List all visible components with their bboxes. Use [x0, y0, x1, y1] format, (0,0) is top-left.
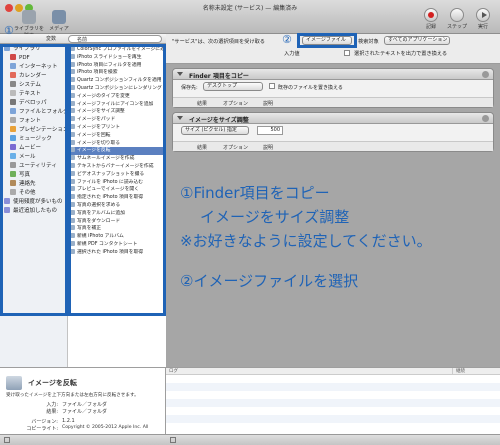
copyright-label: コピーライト: — [26, 426, 58, 432]
log-row — [166, 391, 500, 399]
run-icon — [476, 8, 490, 22]
target-app-value: すべてのアプリケーション — [388, 37, 448, 43]
search-placeholder: 名前 — [77, 37, 88, 43]
log-panel: ログ 継続 — [166, 367, 500, 434]
options-tab[interactable]: オプション — [223, 100, 248, 107]
run-label: 実行 — [477, 24, 488, 30]
run-button[interactable]: 実行 — [470, 8, 496, 30]
variables-tab[interactable]: 変数 — [46, 35, 56, 42]
library-icon — [22, 10, 36, 24]
record-label: 記録 — [425, 24, 436, 30]
card-title: イメージをサイズ調整 — [189, 117, 249, 124]
annotation-box-library — [0, 44, 68, 316]
description-panel: イメージを反転 受け取ったイメージを上下方向または左右方向に反転させます。 入力… — [0, 367, 166, 434]
scale-mode-value: サイズ (ピクセル) 指定 — [185, 127, 237, 133]
target-prefix-label: 検索対象 — [358, 39, 379, 45]
dest-popup[interactable]: デスクトップ — [203, 82, 263, 91]
annotation-box-input-type — [297, 33, 357, 48]
service-prefix-label: "サービス"は、次の選択項目を受け取る — [172, 39, 265, 45]
list-view-icon[interactable] — [170, 437, 176, 443]
options-tab[interactable]: オプション — [223, 144, 248, 151]
annotation-line-1: ①Finder項目をコピー — [180, 184, 330, 202]
version-label: バージョン: — [31, 419, 58, 425]
action-card-scale-images[interactable]: イメージをサイズ調整 サイズ (ピクセル) 指定 500 結果 オプション 説明 — [172, 112, 494, 152]
step-button[interactable]: ステップ — [444, 8, 470, 30]
card-footer: 結果 オプション 説明 — [173, 141, 493, 151]
record-button[interactable]: 記録 — [418, 8, 444, 30]
replace-files-checkbox[interactable] — [269, 83, 275, 89]
gear-icon[interactable] — [4, 437, 10, 443]
duration-column-header[interactable]: 継続 — [452, 368, 500, 375]
action-card-copy-finder-items[interactable]: Finder 項目をコピー 保存先: デスクトップ 既存のファイルを置き換える … — [172, 68, 494, 108]
media-icon — [52, 10, 66, 24]
library-header: 変数 名前 — [0, 34, 166, 44]
search-input[interactable]: 名前 — [68, 35, 162, 43]
disclosure-triangle-icon[interactable] — [177, 72, 183, 76]
log-column-header[interactable]: ログ — [166, 368, 452, 375]
library-pane: 変数 名前 ライブラリ PDF インターネット カレンダー システム テキスト … — [0, 24, 166, 367]
close-icon[interactable] — [482, 71, 489, 78]
annotation-box-actions — [68, 44, 166, 316]
window-title: 名称未設定 (サービス) — 編集済み — [202, 5, 298, 12]
record-icon — [424, 8, 438, 22]
description-tab[interactable]: 説明 — [263, 100, 273, 107]
annotation-line-3: ※お好きなように設定してください。 — [180, 232, 432, 250]
replace-files-label: 既存のファイルを置き換える — [278, 85, 343, 91]
title-bar: 名称未設定 (サービス) — 編集済み ライブラリを隠す メディア 記録 ステッ… — [0, 0, 500, 39]
input-value-label: 入力値 — [284, 51, 300, 57]
card-header: イメージをサイズ調整 — [173, 113, 493, 124]
version-value: 1.2.1 — [62, 418, 75, 424]
card-title: Finder 項目をコピー — [189, 73, 249, 80]
description-tab[interactable]: 説明 — [263, 144, 273, 151]
annotation-badge-2: ② — [282, 33, 292, 46]
annotation-line-4: ②イメージファイルを選択 — [180, 272, 359, 290]
log-row — [166, 383, 500, 391]
description-title: イメージを反転 — [28, 379, 77, 387]
card-header: Finder 項目をコピー — [173, 69, 493, 80]
bottom-bar — [0, 434, 500, 445]
log-row — [166, 407, 500, 415]
target-app-popup[interactable]: すべてのアプリケーション — [384, 36, 450, 45]
replace-checkbox[interactable] — [344, 50, 350, 56]
log-row — [166, 423, 500, 431]
input-value: ファイル／フォルダ — [62, 402, 108, 408]
size-input[interactable]: 500 — [257, 126, 283, 135]
results-tab[interactable]: 結果 — [197, 100, 207, 107]
step-icon — [450, 8, 464, 22]
log-row — [166, 375, 500, 383]
log-row — [166, 415, 500, 423]
media-label: メディア — [49, 26, 69, 32]
output-label: 結果: — [46, 409, 58, 415]
dest-value: デスクトップ — [207, 83, 238, 89]
action-icon — [6, 376, 22, 390]
output-value: ファイル／フォルダ — [62, 409, 108, 415]
annotation-line-2: イメージをサイズ調整 — [200, 208, 350, 226]
annotation-badge-1: ① — [4, 24, 14, 37]
results-tab[interactable]: 結果 — [197, 144, 207, 151]
log-row — [166, 399, 500, 407]
input-label: 入力: — [46, 402, 58, 408]
replace-label: 選択されたテキストを出力で置き換える — [354, 51, 448, 57]
description-text: 受け取ったイメージを上下方向または左右方向に反転させます。 — [6, 393, 139, 398]
scale-mode-popup[interactable]: サイズ (ピクセル) 指定 — [181, 126, 249, 135]
close-icon[interactable] — [482, 115, 489, 122]
disclosure-triangle-icon[interactable] — [177, 116, 183, 120]
card-footer: 結果 オプション 説明 — [173, 97, 493, 107]
service-banner: "サービス"は、次の選択項目を受け取る イメージファイル 検索対象 すべてのアプ… — [166, 33, 500, 64]
dest-label: 保存先: — [181, 85, 198, 91]
media-button[interactable]: メディア — [42, 10, 76, 32]
copyright-value: Copyright © 2005-2012 Apple Inc. All — [62, 425, 149, 430]
step-label: ステップ — [446, 24, 467, 30]
